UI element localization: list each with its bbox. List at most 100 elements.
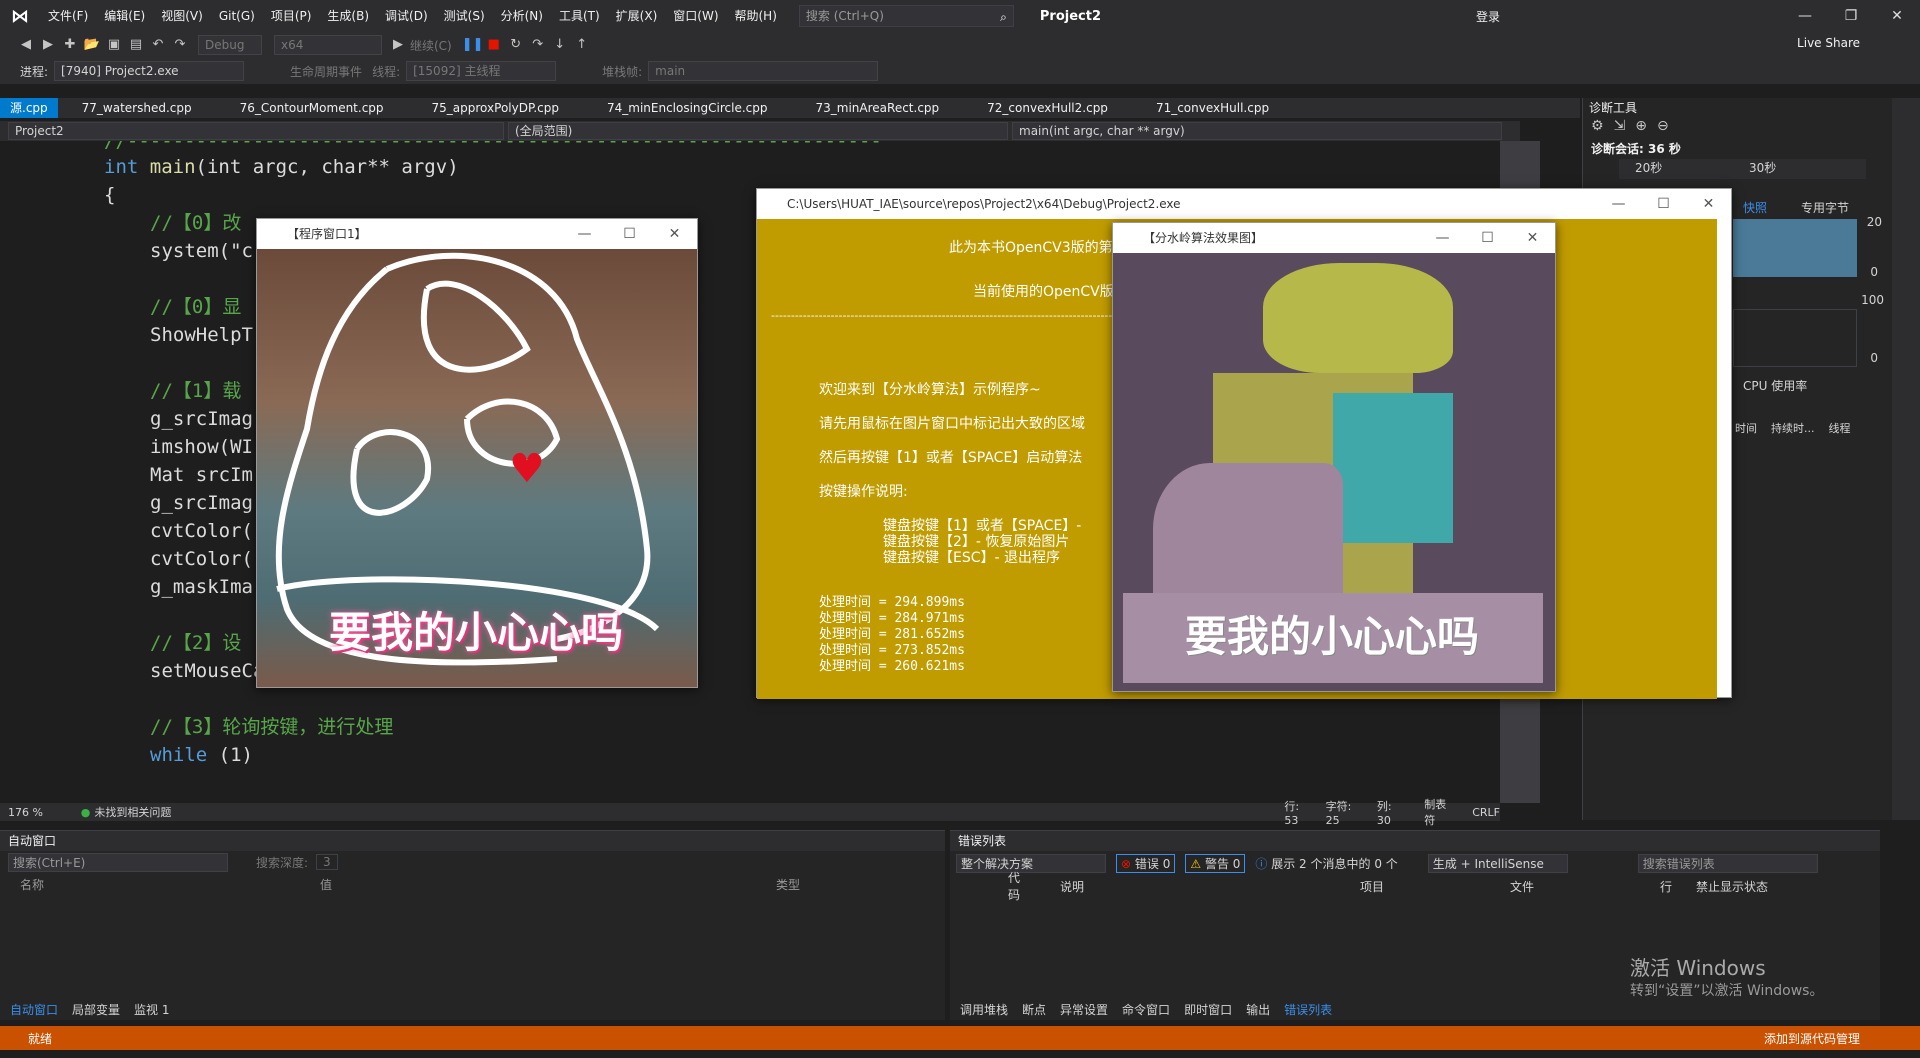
project-dropdown[interactable]: Project2 — [8, 122, 504, 140]
tab-watch[interactable]: 监视 1 — [134, 1001, 169, 1018]
tab-exceptions[interactable]: 异常设置 — [1060, 1001, 1108, 1018]
stop-icon[interactable]: ■ — [484, 35, 504, 55]
lifecycle-button[interactable]: 生命周期事件 — [290, 63, 362, 80]
forward-icon[interactable]: ▶ — [38, 35, 58, 55]
tab-command[interactable]: 命令窗口 — [1122, 1001, 1170, 1018]
step-out-icon[interactable]: ↑ — [572, 35, 592, 55]
step-into-icon[interactable]: ↓ — [550, 35, 570, 55]
restore-icon[interactable]: ❐ — [1828, 0, 1874, 32]
tab-source[interactable]: 源.cpp — [0, 98, 58, 118]
tabs-indicator[interactable]: 制表符 — [1424, 796, 1454, 828]
function-dropdown[interactable]: main(int argc, char ** argv) — [1012, 122, 1502, 140]
tab-watershed[interactable]: 77_watershed.cpp — [72, 98, 202, 118]
zoom-out-icon[interactable]: ⊖ — [1657, 118, 1669, 140]
col-time[interactable]: 时间 — [1735, 420, 1757, 436]
menu-analyze[interactable]: 分析(N) — [493, 0, 551, 32]
pause-icon[interactable]: ❚❚ — [462, 35, 484, 55]
menu-build[interactable]: 生成(B) — [319, 0, 377, 32]
col-line[interactable]: 行 — [1660, 878, 1696, 895]
new-project-icon[interactable]: ✚ — [60, 35, 80, 55]
col-name[interactable]: 名称 — [0, 876, 320, 893]
window2-titlebar[interactable]: 【分水岭算法效果图】 — ☐ ✕ — [1113, 223, 1555, 253]
minimize-icon[interactable]: — — [1420, 223, 1465, 253]
zoom-level[interactable]: 176 % — [8, 806, 81, 819]
open-icon[interactable]: 📂 — [82, 35, 102, 55]
tab-convex-hull2[interactable]: 72_convexHull2.cpp — [977, 98, 1118, 118]
menu-project[interactable]: 项目(P) — [263, 0, 320, 32]
tab-immediate[interactable]: 即时窗口 — [1184, 1001, 1232, 1018]
program-window-1[interactable]: 【程序窗口1】 — ☐ ✕ ♥ 要我的小心心吗 — [256, 218, 698, 688]
search-input[interactable]: 搜索 (Ctrl+Q) ⌕ — [798, 5, 1014, 27]
close-icon[interactable]: ✕ — [1510, 223, 1555, 253]
side-tool-tabs[interactable] — [1892, 98, 1920, 820]
live-share-button[interactable]: Live Share — [1797, 36, 1860, 50]
scope-dropdown[interactable]: (全局范围) — [508, 122, 1008, 140]
config-dropdown[interactable]: Debug — [198, 35, 262, 55]
warnings-filter[interactable]: ⚠ 警告 0 — [1185, 853, 1246, 873]
menu-test[interactable]: 测试(S) — [436, 0, 493, 32]
undo-icon[interactable]: ↶ — [148, 35, 168, 55]
tab-convex-hull[interactable]: 71_convexHull.cpp — [1146, 98, 1279, 118]
tab-output[interactable]: 输出 — [1246, 1001, 1270, 1018]
tab-min-enclosing-circle[interactable]: 74_minEnclosingCircle.cpp — [597, 98, 778, 118]
process-dropdown[interactable]: [7940] Project2.exe — [54, 61, 245, 81]
col-project[interactable]: 项目 — [1360, 878, 1510, 895]
tab-autos[interactable]: 自动窗口 — [10, 1001, 58, 1018]
menu-debug[interactable]: 调试(D) — [377, 0, 436, 32]
menu-help[interactable]: 帮助(H) — [727, 0, 785, 32]
close-icon[interactable]: ✕ — [1686, 189, 1731, 219]
vs-logo-icon[interactable]: ⋈ — [0, 0, 40, 32]
platform-dropdown[interactable]: x64 — [274, 35, 382, 55]
window1-titlebar[interactable]: 【程序窗口1】 — ☐ ✕ — [257, 219, 697, 249]
menu-window[interactable]: 窗口(W) — [665, 0, 726, 32]
export-icon[interactable]: ⇲ — [1614, 118, 1626, 140]
continue-icon[interactable]: ▶ — [388, 35, 408, 55]
menu-tools[interactable]: 工具(T) — [551, 0, 608, 32]
col-suppress[interactable]: 禁止显示状态 — [1696, 878, 1768, 895]
col-file[interactable]: 文件 — [1510, 878, 1660, 895]
stack-dropdown[interactable]: main — [648, 61, 879, 81]
errors-filter[interactable]: ⊗ 错误 0 — [1116, 853, 1176, 873]
minimize-icon[interactable]: — — [1596, 189, 1641, 219]
tab-call-stack[interactable]: 调用堆栈 — [960, 1001, 1008, 1018]
menu-view[interactable]: 视图(V) — [153, 0, 211, 32]
autos-search-input[interactable]: 搜索(Ctrl+E) — [8, 852, 228, 872]
maximize-icon[interactable]: ☐ — [1465, 223, 1510, 253]
col-thread[interactable]: 线程 — [1829, 420, 1851, 436]
minimize-icon[interactable]: — — [1782, 0, 1828, 32]
login-button[interactable]: 登录 — [1476, 8, 1500, 25]
tab-locals[interactable]: 局部变量 — [72, 1001, 120, 1018]
tab-approx-poly[interactable]: 75_approxPolyDP.cpp — [422, 98, 569, 118]
console-titlebar[interactable]: C:\Users\HUAT_IAE\source\repos\Project2\… — [757, 189, 1731, 219]
tab-min-area-rect[interactable]: 73_minAreaRect.cpp — [806, 98, 950, 118]
col-duration[interactable]: 持续时... — [1771, 420, 1815, 436]
tab-breakpoints[interactable]: 断点 — [1022, 1001, 1046, 1018]
menu-file[interactable]: 文件(F) — [40, 0, 96, 32]
col-desc[interactable]: 说明 — [1010, 878, 1360, 895]
maximize-icon[interactable]: ☐ — [1641, 189, 1686, 219]
maximize-icon[interactable]: ☐ — [607, 219, 652, 249]
zoom-in-icon[interactable]: ⊕ — [1635, 118, 1647, 140]
menu-extensions[interactable]: 扩展(X) — [608, 0, 666, 32]
eol-indicator[interactable]: CRLF — [1472, 806, 1500, 819]
source-image[interactable]: ♥ 要我的小心心吗 — [257, 249, 697, 687]
source-control-button[interactable]: 添加到源代码管理 — [1764, 1030, 1860, 1047]
watershed-result-window[interactable]: 【分水岭算法效果图】 — ☐ ✕ 要我的小心心吗 — [1112, 222, 1556, 692]
thread-dropdown[interactable]: [15092] 主线程 — [406, 61, 557, 81]
settings-icon[interactable]: ⚙ — [1591, 118, 1604, 140]
menu-edit[interactable]: 编辑(E) — [96, 0, 153, 32]
save-all-icon[interactable]: ▤ — [126, 35, 146, 55]
close-icon[interactable]: ✕ — [652, 219, 697, 249]
restart-icon[interactable]: ↻ — [506, 35, 526, 55]
error-search-input[interactable]: 搜索错误列表 — [1637, 853, 1818, 873]
continue-button[interactable]: 继续(C) — [410, 37, 452, 54]
messages-filter[interactable]: ⓘ 展示 2 个消息中的 0 个 — [1255, 855, 1397, 872]
issues-indicator[interactable]: 未找到相关问题 — [94, 804, 194, 820]
result-image[interactable]: 要我的小心心吗 — [1113, 253, 1555, 691]
back-icon[interactable]: ◀ — [16, 35, 36, 55]
build-filter-dropdown[interactable]: 生成 + IntelliSense — [1427, 853, 1568, 873]
minimize-icon[interactable]: — — [562, 219, 607, 249]
close-icon[interactable]: ✕ — [1874, 0, 1920, 32]
redo-icon[interactable]: ↷ — [170, 35, 190, 55]
col-type[interactable]: 类型 — [776, 876, 800, 893]
